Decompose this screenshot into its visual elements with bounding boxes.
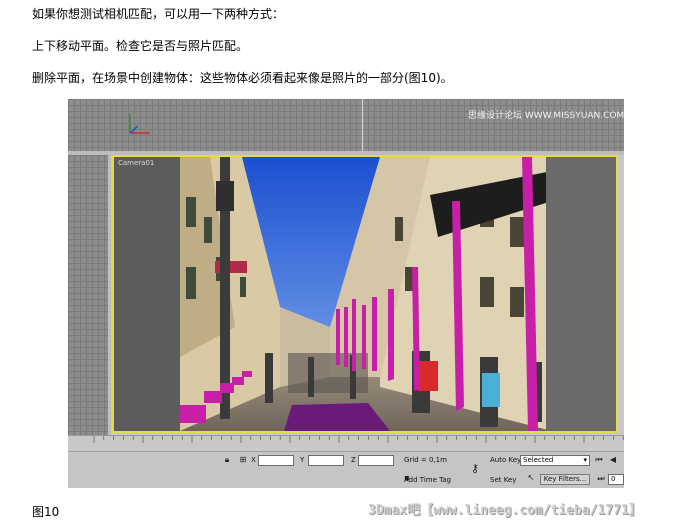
absolute-mode-icon[interactable]: ⊞ xyxy=(238,455,248,465)
add-time-tag-button[interactable]: Add Time Tag xyxy=(404,476,451,484)
viewport-vertical-splitter[interactable] xyxy=(108,155,111,435)
set-key-icon[interactable]: ↖ xyxy=(526,473,536,483)
status-bar: 🔒︎ ⊞ X Y Z Grid = 0,1m ▪ Add Time Tag ⚷ … xyxy=(68,451,624,488)
auto-key-button[interactable]: Auto Key xyxy=(490,456,521,464)
key-mode-value: Selected xyxy=(523,456,554,464)
grid-size-text: Grid = 0,1m xyxy=(404,456,447,464)
key-mode-toggle-icon[interactable]: ⏭ xyxy=(596,474,606,484)
max-screenshot: 思缘设计论坛 WWW.MISSYUAN.COM Camera01 🔒︎ ⊞ X … xyxy=(68,99,624,488)
viewport-divider xyxy=(362,99,363,151)
current-frame-field[interactable]: 0 xyxy=(608,474,624,485)
camera-viewport[interactable]: Camera01 xyxy=(112,155,618,433)
key-filters-button[interactable]: Key Filters... xyxy=(540,474,590,485)
previous-frame-icon[interactable]: ◀ xyxy=(608,455,618,465)
ruler-ticks xyxy=(93,436,624,443)
paragraph-1: 如果你想测试相机匹配，可以用一下两种方式： xyxy=(32,7,285,21)
key-mode-select[interactable]: Selected ▾ xyxy=(520,455,590,466)
viewport-safe-area xyxy=(546,157,616,431)
x-label: X xyxy=(251,456,256,464)
figure-caption: 图10 xyxy=(32,505,60,519)
y-coordinate-field[interactable] xyxy=(308,455,344,466)
camera-viewport-label[interactable]: Camera01 xyxy=(118,159,154,167)
source-watermark: 3Dmax吧【www.lineeg.com/tieba/1771】 xyxy=(368,503,642,518)
z-label: Z xyxy=(351,456,356,464)
go-to-start-icon[interactable]: ⏮ xyxy=(594,455,604,465)
background-photo xyxy=(180,157,552,431)
paragraph-2: 上下移动平面。检查它是否与照片匹配。 xyxy=(32,39,249,53)
lock-icon[interactable]: 🔒︎ xyxy=(222,455,232,465)
x-coordinate-field[interactable] xyxy=(258,455,294,466)
set-key-button[interactable]: Set Key xyxy=(490,476,516,484)
top-viewport[interactable]: 思缘设计论坛 WWW.MISSYUAN.COM xyxy=(68,99,624,151)
axis-gizmo-icon xyxy=(129,114,150,134)
time-ruler[interactable]: 50 55 60 65 70 75 80 85 90 95 100 xyxy=(68,435,624,460)
left-viewport[interactable] xyxy=(68,155,108,435)
viewport-watermark: 思缘设计论坛 WWW.MISSYUAN.COM xyxy=(468,111,624,121)
z-coordinate-field[interactable] xyxy=(358,455,394,466)
paragraph-3: 删除平面，在场景中创建物体：这些物体必须看起来像是照片的一部分(图10)。 xyxy=(32,71,453,85)
key-icon[interactable]: ⚷ xyxy=(466,463,484,474)
y-label: Y xyxy=(300,456,305,464)
chevron-down-icon: ▾ xyxy=(583,456,587,464)
